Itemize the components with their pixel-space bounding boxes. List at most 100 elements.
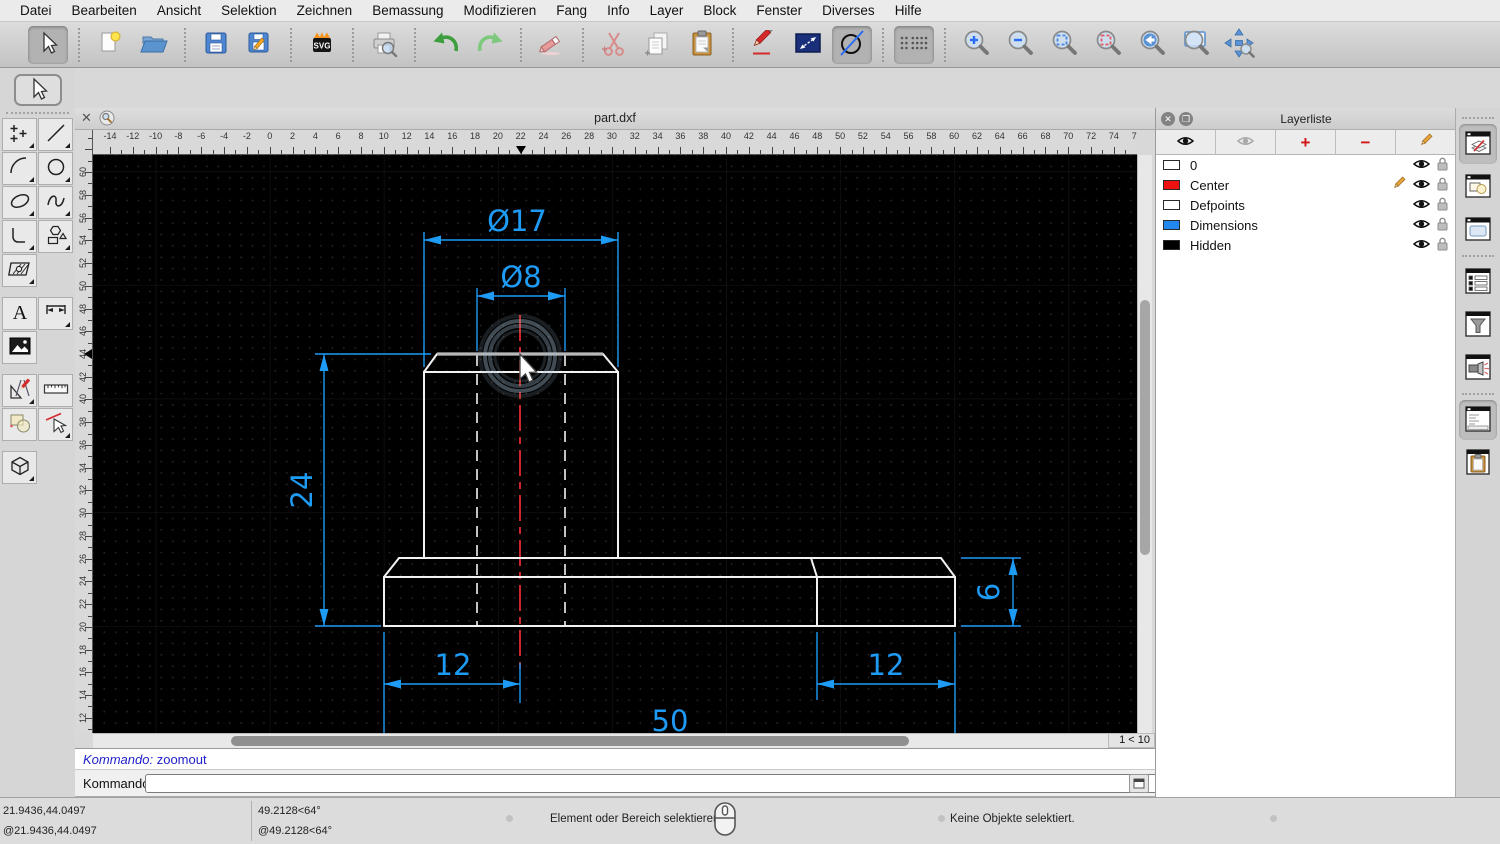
layer-row-hidden[interactable]: Hidden	[1156, 235, 1456, 255]
block-list-panel-button[interactable]	[1459, 167, 1497, 207]
menu-item-selektion[interactable]: Selektion	[211, 3, 287, 18]
layer-visible-icon[interactable]	[1412, 218, 1431, 233]
copy-button[interactable]	[638, 26, 678, 64]
layer-lock-icon[interactable]	[1437, 177, 1448, 194]
menu-item-datei[interactable]: Datei	[10, 3, 62, 18]
clipboard-panel-button[interactable]	[1459, 443, 1497, 483]
circle-tool-button[interactable]	[38, 152, 73, 185]
vertical-scroll-thumb[interactable]	[1140, 300, 1150, 555]
hide-all-layers-button[interactable]	[1216, 130, 1276, 154]
menu-item-ansicht[interactable]: Ansicht	[147, 3, 211, 18]
property-editor-panel-button[interactable]	[1459, 262, 1497, 302]
dimension-24[interactable]: 24	[285, 353, 431, 627]
arc-tool-button[interactable]	[2, 152, 37, 185]
menu-item-layer[interactable]: Layer	[640, 3, 694, 18]
menu-item-info[interactable]: Info	[597, 3, 640, 18]
polyline-tool-button[interactable]	[2, 220, 37, 253]
dimension-tool-button[interactable]	[38, 297, 73, 330]
layer-row-dimensions[interactable]: Dimensions	[1156, 215, 1456, 235]
zoom-auto-button[interactable]	[1044, 26, 1084, 64]
select-tool-button[interactable]	[13, 74, 62, 106]
solid-tool-button[interactable]	[2, 451, 37, 484]
layer-visible-icon[interactable]	[1412, 158, 1431, 173]
save-as-button[interactable]	[240, 26, 280, 64]
layer-visible-icon[interactable]	[1412, 178, 1431, 193]
layer-list-panel-button[interactable]	[1459, 124, 1497, 164]
print-preview-button[interactable]	[364, 26, 404, 64]
zoom-previous-button[interactable]	[1132, 26, 1172, 64]
modify-tool-button[interactable]	[2, 374, 37, 407]
layer-visible-icon[interactable]	[1412, 238, 1431, 253]
ellipse-tool-button[interactable]	[2, 186, 37, 219]
open-file-button[interactable]	[134, 26, 174, 64]
text-tool-button[interactable]: A	[2, 297, 37, 330]
menu-item-fenster[interactable]: Fenster	[746, 3, 812, 18]
pan-button[interactable]	[1220, 26, 1260, 64]
dimension-12-right[interactable]: 12	[816, 632, 956, 733]
command-detach-button[interactable]	[1129, 774, 1149, 793]
new-file-button[interactable]	[90, 26, 130, 64]
delete-button[interactable]	[532, 26, 572, 64]
horizontal-scroll-thumb[interactable]	[231, 736, 909, 746]
measure-tool-button[interactable]	[38, 374, 73, 407]
points-tool-button[interactable]	[2, 118, 37, 151]
dimension-50[interactable]: 50	[652, 704, 689, 733]
dimension-style-button[interactable]	[788, 26, 828, 64]
image-tool-button[interactable]	[2, 331, 37, 364]
cut-button[interactable]	[594, 26, 634, 64]
shapes-tool-button[interactable]	[38, 220, 73, 253]
undo-button[interactable]	[426, 26, 466, 64]
layer-row-center[interactable]: Center	[1156, 175, 1456, 195]
menu-item-bemassung[interactable]: Bemassung	[362, 3, 453, 18]
spline-tool-button[interactable]	[38, 186, 73, 219]
part-geometry[interactable]	[383, 353, 956, 627]
layer-lock-icon[interactable]	[1437, 197, 1448, 214]
redo-button[interactable]	[470, 26, 510, 64]
selection-tools-tool-button[interactable]	[2, 408, 37, 441]
horizontal-scrollbar[interactable]	[93, 733, 1108, 748]
drawing-canvas[interactable]: Ø17 Ø8 24 6 12 12 50	[93, 155, 1137, 733]
save-button[interactable]	[196, 26, 236, 64]
show-all-layers-button[interactable]	[1156, 130, 1216, 154]
paste-button[interactable]	[682, 26, 722, 64]
zoom-window-button[interactable]	[1176, 26, 1216, 64]
vertical-scrollbar[interactable]	[1137, 155, 1152, 733]
layer-visible-icon[interactable]	[1412, 198, 1431, 213]
zoom-in-button[interactable]	[956, 26, 996, 64]
command-input[interactable]	[145, 774, 1197, 793]
construction-circle-button[interactable]	[832, 25, 872, 64]
layer-row-0[interactable]: 0	[1156, 155, 1456, 175]
remove-layer-button[interactable]: −	[1336, 130, 1396, 154]
layer-lock-icon[interactable]	[1437, 157, 1448, 174]
ruler-tick	[703, 147, 705, 154]
dimension-12-left[interactable]: 12	[383, 632, 521, 733]
menu-item-modifizieren[interactable]: Modifizieren	[454, 3, 547, 18]
ruler-tick	[88, 524, 92, 526]
selection-filter-panel-button[interactable]	[1459, 305, 1497, 345]
zoom-selection-button[interactable]	[1088, 26, 1128, 64]
svg-export-button[interactable]: SVG	[302, 26, 342, 64]
selection-arrow-button[interactable]	[28, 25, 68, 64]
zoom-out-button[interactable]	[1000, 26, 1040, 64]
ruler-tick	[88, 206, 92, 208]
add-layer-button[interactable]: +	[1276, 130, 1336, 154]
line-tool-button[interactable]	[38, 118, 73, 151]
hatch-tool-button[interactable]	[2, 254, 37, 287]
menu-item-bearbeiten[interactable]: Bearbeiten	[62, 3, 147, 18]
layer-lock-icon[interactable]	[1437, 217, 1448, 234]
attributes-tool-button[interactable]	[38, 408, 73, 441]
layer-row-defpoints[interactable]: Defpoints	[1156, 195, 1456, 215]
command-line-panel-button[interactable]	[1459, 400, 1497, 440]
edit-layer-button[interactable]	[1396, 130, 1456, 154]
view-list-panel-button[interactable]	[1459, 210, 1497, 250]
dimension-6[interactable]: 6	[961, 557, 1021, 627]
edit-pencil-button[interactable]	[744, 26, 784, 64]
menu-item-block[interactable]: Block	[693, 3, 746, 18]
grid-toggle-button[interactable]	[894, 25, 934, 64]
menu-item-fang[interactable]: Fang	[546, 3, 597, 18]
menu-item-hilfe[interactable]: Hilfe	[885, 3, 932, 18]
menu-item-zeichnen[interactable]: Zeichnen	[287, 3, 363, 18]
layer-lock-icon[interactable]	[1437, 237, 1448, 254]
light-panel-button[interactable]	[1459, 348, 1497, 388]
menu-item-diverses[interactable]: Diverses	[812, 3, 885, 18]
